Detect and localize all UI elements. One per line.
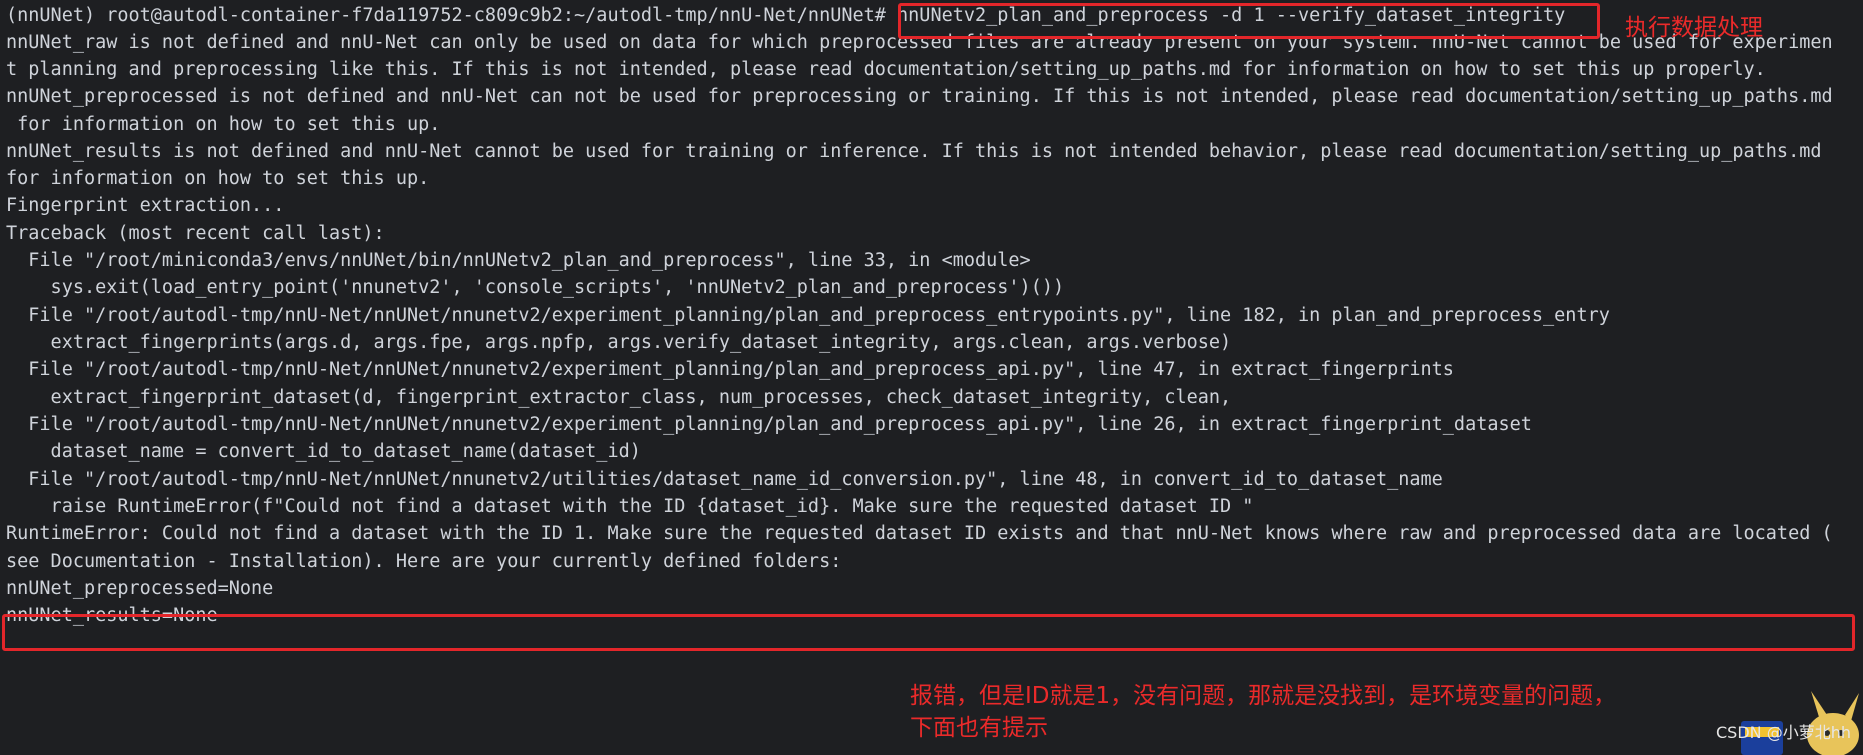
error-line: RuntimeError: Could not find a dataset w…	[6, 523, 1833, 544]
terminal-line: nnUNet_preprocessed is not defined and n…	[6, 86, 1833, 107]
terminal-line: File "/root/autodl-tmp/nnU-Net/nnUNet/nn…	[6, 359, 1454, 380]
terminal-line: File "/root/autodl-tmp/nnU-Net/nnUNet/nn…	[6, 414, 1532, 435]
watermark: CSDN @小萝北hh	[1716, 723, 1851, 742]
terminal-line: File "/root/miniconda3/envs/nnUNet/bin/n…	[6, 250, 1031, 271]
terminal-line: for information on how to set this up.	[6, 114, 441, 135]
terminal-line: nnUNet_results is not defined and nnU-Ne…	[6, 141, 1822, 162]
terminal-line: Traceback (most recent call last):	[6, 223, 385, 244]
terminal-line: File "/root/autodl-tmp/nnU-Net/nnUNet/nn…	[6, 305, 1610, 326]
terminal-line: for information on how to set this up.	[6, 168, 430, 189]
terminal-line: see Documentation - Installation). Here …	[6, 551, 842, 572]
terminal-line: dataset_name = convert_id_to_dataset_nam…	[6, 441, 641, 462]
error-annotation-line2: 下面也有提示	[910, 715, 1048, 741]
terminal-line: extract_fingerprint_dataset(d, fingerpri…	[6, 387, 1232, 408]
command-highlight-box	[898, 3, 1600, 39]
terminal-line: extract_fingerprints(args.d, args.fpe, a…	[6, 332, 1232, 353]
terminal-line: raise RuntimeError(f"Could not find a da…	[6, 496, 1254, 517]
terminal-line: File "/root/autodl-tmp/nnU-Net/nnUNet/nn…	[6, 469, 1443, 490]
terminal-line: sys.exit(load_entry_point('nnunetv2', 'c…	[6, 277, 1065, 298]
terminal-line: Fingerprint extraction...	[6, 195, 285, 216]
command-annotation: 执行数据处理	[1625, 15, 1763, 41]
terminal-line: nnUNet_preprocessed=None	[6, 578, 274, 599]
error-highlight-box	[2, 614, 1855, 651]
error-annotation-line1: 报错，但是ID就是1，没有问题，那就是没找到，是环境变量的问题，	[910, 683, 1617, 709]
terminal-window[interactable]: (nnUNet) root@autodl-container-f7da11975…	[0, 0, 1863, 755]
terminal-line: t planning and preprocessing like this. …	[6, 59, 1766, 80]
